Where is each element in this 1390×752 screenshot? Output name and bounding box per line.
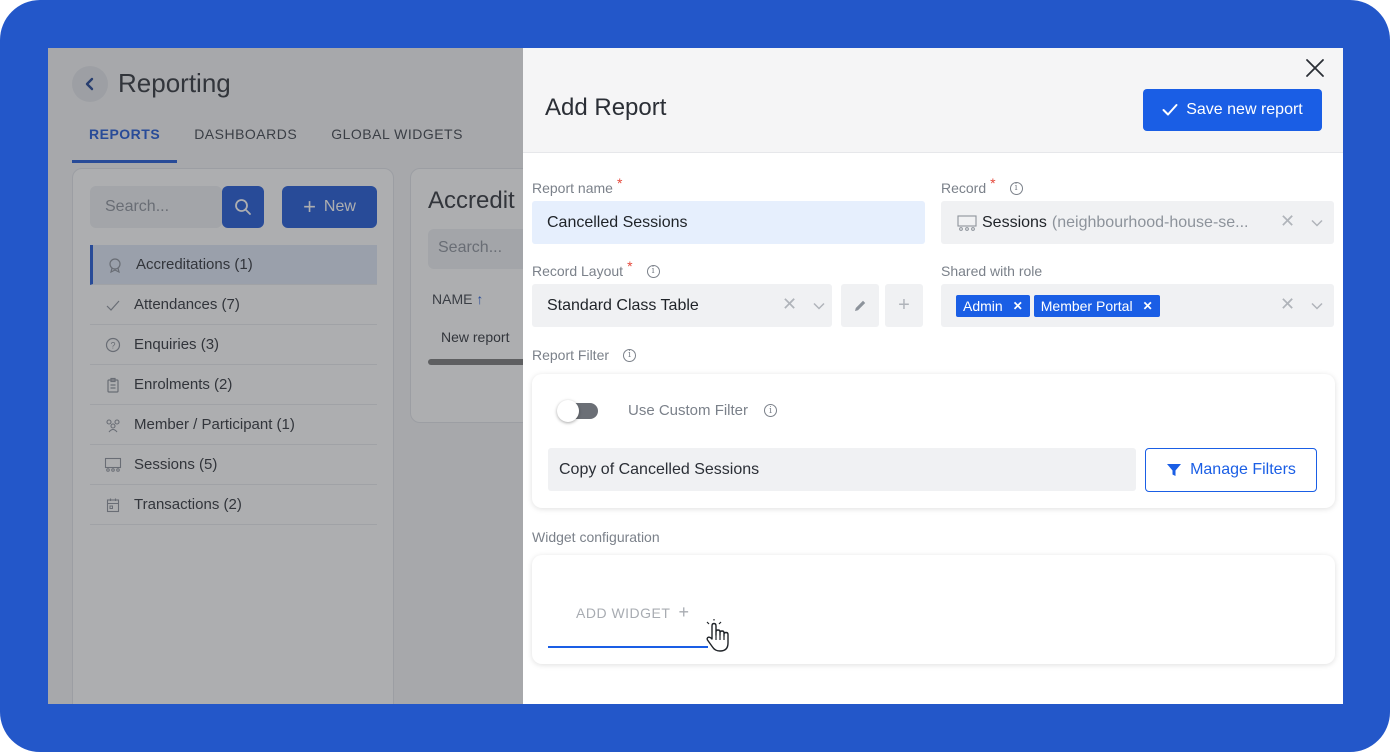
- report-filter-label-text: Report Filter: [532, 347, 610, 363]
- filter-name-field[interactable]: Copy of Cancelled Sessions: [548, 448, 1136, 491]
- pencil-icon: [855, 300, 866, 311]
- info-icon: i: [1009, 181, 1023, 195]
- add-report-drawer: Add Report Save new report Report name *…: [523, 48, 1343, 704]
- close-button[interactable]: [1303, 56, 1327, 80]
- custom-filter-toggle[interactable]: [557, 400, 598, 422]
- info-icon: i: [623, 348, 637, 362]
- save-button-label: Save new report: [1186, 101, 1303, 118]
- report-name-label: Report name *: [532, 175, 622, 196]
- chevron-down-icon[interactable]: [812, 299, 826, 313]
- record-layout-label: Record Layout * i: [532, 258, 660, 279]
- record-label-text: Record: [941, 180, 987, 196]
- layout-clear-icon[interactable]: ✕: [782, 294, 797, 315]
- hand-pointer-icon: [706, 619, 729, 652]
- role-chip: Admin ✕: [956, 294, 1030, 317]
- role-chip-label: Member Portal: [1040, 297, 1133, 314]
- filter-icon: [1167, 464, 1182, 476]
- add-widget-underline: [548, 646, 708, 648]
- class-icon: [957, 214, 977, 231]
- add-widget-label: ADD WIDGET: [576, 604, 671, 621]
- check-icon: [1162, 104, 1178, 116]
- chevron-down-icon[interactable]: [1310, 299, 1324, 313]
- close-icon: [1306, 59, 1324, 77]
- widget-config-label: Widget configuration: [532, 529, 660, 545]
- screen: Reporting REPORTS DASHBOARDS GLOBAL WIDG…: [48, 48, 1343, 704]
- drawer-header: Add Report Save new report: [523, 48, 1343, 153]
- shared-role-select[interactable]: Admin ✕ Member Portal ✕: [941, 284, 1334, 327]
- report-filter-label: Report Filter i: [532, 347, 637, 363]
- shared-role-label: Shared with role: [941, 263, 1043, 279]
- record-select[interactable]: Sessions (neighbourhood-house-se...: [941, 201, 1334, 244]
- report-name-input[interactable]: Cancelled Sessions: [532, 201, 925, 244]
- info-icon: i: [646, 264, 660, 278]
- role-chip-label: Admin: [963, 297, 1003, 314]
- custom-filter-label: Use Custom Filter i: [628, 402, 778, 419]
- record-layout-label-text: Record Layout: [532, 263, 624, 279]
- record-subtext: (neighbourhood-house-se...: [1051, 213, 1249, 231]
- required-asterisk: *: [616, 175, 623, 191]
- manage-filters-label: Manage Filters: [1190, 461, 1296, 478]
- record-label: Record * i: [941, 175, 1023, 196]
- drawer-title: Add Report: [545, 94, 667, 121]
- remove-chip-icon[interactable]: ✕: [1143, 299, 1153, 313]
- record-value: Sessions: [982, 213, 1047, 231]
- required-asterisk: *: [990, 175, 996, 191]
- custom-filter-label-text: Use Custom Filter: [628, 402, 749, 419]
- report-name-label-text: Report name: [532, 180, 613, 196]
- add-widget-button[interactable]: ADD WIDGET +: [576, 602, 689, 623]
- toggle-knob: [557, 400, 579, 422]
- save-new-report-button[interactable]: Save new report: [1143, 89, 1322, 131]
- required-asterisk: *: [627, 258, 633, 274]
- record-clear-icon[interactable]: ✕: [1280, 211, 1295, 232]
- role-clear-icon[interactable]: ✕: [1280, 294, 1295, 315]
- manage-filters-button[interactable]: Manage Filters: [1145, 448, 1317, 492]
- role-chip: Member Portal ✕: [1033, 294, 1160, 317]
- widget-config-card: ADD WIDGET +: [532, 555, 1335, 664]
- plus-icon: +: [898, 294, 910, 316]
- remove-chip-icon[interactable]: ✕: [1013, 299, 1023, 313]
- plus-icon: +: [678, 602, 690, 622]
- edit-layout-button[interactable]: [841, 284, 879, 327]
- report-filter-card: Use Custom Filter i Copy of Cancelled Se…: [532, 374, 1335, 508]
- info-icon: i: [764, 404, 778, 417]
- chevron-down-icon[interactable]: [1310, 216, 1324, 230]
- add-layout-button[interactable]: +: [885, 284, 923, 327]
